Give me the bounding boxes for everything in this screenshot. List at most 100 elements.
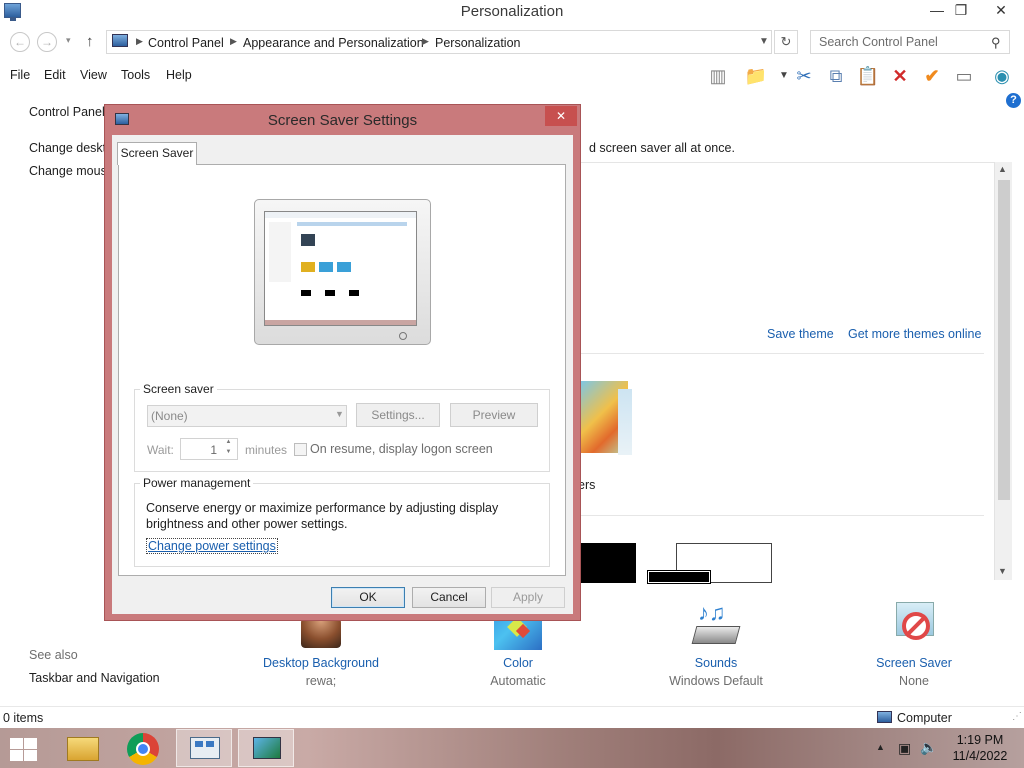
volume-icon[interactable]: 🔈 [920, 739, 937, 756]
menu-help[interactable]: Help [166, 68, 192, 82]
ok-button[interactable]: OK [331, 587, 405, 608]
menu-bar: File Edit View Tools Help ▥ 📁 ▼ ✂ ⧉ 📋 ✕ … [0, 60, 1024, 90]
scroll-down-icon[interactable]: ▼ [998, 566, 1007, 576]
screen-saver-dropdown[interactable]: (None) ▼ [147, 405, 347, 427]
recent-locations-chevron-icon[interactable]: ▾ [66, 35, 71, 46]
color-label[interactable]: Color [448, 656, 588, 670]
remote-desktop-icon[interactable] [176, 729, 232, 767]
menu-file[interactable]: File [10, 68, 30, 82]
clock-time[interactable]: 1:19 PM [940, 733, 1020, 747]
dialog-titlebar[interactable]: Screen Saver Settings ✕ [105, 105, 580, 135]
breadcrumb-chevron-icon[interactable]: ▶ [230, 36, 237, 47]
vertical-scrollbar[interactable]: ▲ ▼ [994, 162, 1012, 580]
breadcrumb-chevron-icon[interactable]: ▶ [422, 36, 429, 47]
globe-icon[interactable]: ◉ [990, 64, 1014, 88]
breadcrumb-chevron-icon[interactable]: ▶ [136, 36, 143, 47]
window-titlebar: Personalization — ❐ ✕ [0, 0, 1024, 25]
breadcrumb-personalization[interactable]: Personalization [435, 36, 520, 50]
screen-saver-icon [890, 600, 938, 650]
copy-icon[interactable]: ⧉ [824, 64, 848, 88]
resume-logon-checkbox[interactable] [294, 443, 307, 456]
breadcrumb-appearance[interactable]: Appearance and Personalization [243, 36, 424, 50]
screen-saver-group-label: Screen saver [140, 382, 217, 396]
spin-down-icon[interactable]: ▼ [221, 449, 236, 459]
search-input[interactable] [811, 31, 986, 53]
show-hidden-icons-icon[interactable]: ▲ [876, 742, 885, 752]
power-management-group: Power management Conserve energy or maxi… [134, 476, 550, 567]
high-contrast-theme[interactable] [647, 570, 711, 584]
settings-button[interactable]: Settings... [356, 403, 440, 427]
layout-pane-icon[interactable]: ▥ [706, 64, 730, 88]
taskbar: ▲ ▣ 🔈 1:19 PM 11/4/2022 [0, 728, 1024, 768]
change-power-settings-link[interactable]: Change power settings [146, 538, 278, 554]
preview-button[interactable]: Preview [450, 403, 538, 427]
breadcrumb-control-panel[interactable]: Control Panel [148, 36, 224, 50]
screen-saver-label[interactable]: Screen Saver [844, 656, 984, 670]
wait-label: Wait: [147, 443, 174, 457]
screen-saver-tab-page: Screen saver (None) ▼ Settings... Previe… [118, 164, 566, 576]
cut-icon[interactable]: ✂ [792, 64, 816, 88]
high-contrast-black-theme[interactable] [572, 543, 636, 583]
checkmark-icon[interactable]: ✔ [920, 64, 944, 88]
paste-icon[interactable]: 📋 [856, 64, 880, 88]
dialog-close-button[interactable]: ✕ [545, 106, 577, 126]
restore-button[interactable]: ❐ [946, 0, 976, 22]
sounds-label[interactable]: Sounds [646, 656, 786, 670]
folder-check-icon[interactable]: 📁 [744, 64, 768, 88]
search-box[interactable]: ⚲ [810, 30, 1010, 54]
windows-start-icon[interactable] [8, 736, 38, 762]
menu-view[interactable]: View [80, 68, 107, 82]
get-more-themes-link[interactable]: Get more themes online [848, 327, 981, 341]
wait-minutes-stepper[interactable]: 1 ▲ ▼ [180, 438, 238, 460]
apply-button[interactable]: Apply [491, 587, 565, 608]
cancel-button[interactable]: Cancel [412, 587, 486, 608]
control-panel-task-icon[interactable] [238, 729, 294, 767]
sidebar-change-desktop-icons[interactable]: Change deskto [29, 141, 113, 155]
up-button[interactable]: ↑ [86, 33, 94, 50]
screen-saver-settings-dialog: Screen Saver Settings ✕ Screen Saver Scr… [104, 104, 581, 621]
wait-minutes-value: 1 [210, 443, 217, 457]
screen-saver-item[interactable]: Screen Saver None [844, 600, 984, 688]
taskbar-navigation-link[interactable]: Taskbar and Navigation [29, 671, 160, 685]
chevron-down-icon[interactable]: ▼ [759, 36, 769, 47]
tab-screen-saver[interactable]: Screen Saver [117, 142, 197, 165]
color-value: Automatic [490, 674, 546, 688]
chrome-icon[interactable] [115, 729, 171, 767]
close-button[interactable]: ✕ [984, 0, 1018, 22]
power-management-group-label: Power management [140, 476, 254, 490]
menu-edit[interactable]: Edit [44, 68, 66, 82]
chevron-down-icon[interactable]: ▼ [335, 409, 344, 419]
properties-icon[interactable]: ▭ [952, 64, 976, 88]
divider [572, 515, 984, 516]
menu-tools[interactable]: Tools [121, 68, 150, 82]
sounds-item[interactable]: ♪♫ Sounds Windows Default [646, 600, 786, 688]
address-bar[interactable]: ▶ Control Panel ▶ Appearance and Persona… [106, 30, 772, 54]
delete-icon[interactable]: ✕ [888, 64, 912, 88]
network-icon[interactable]: ▣ [898, 740, 911, 757]
power-management-description: Conserve energy or maximize performance … [146, 501, 499, 531]
search-icon[interactable]: ⚲ [991, 35, 1001, 51]
desktop-background-label[interactable]: Desktop Background [251, 656, 391, 670]
theme-thumbnail-shadow [618, 389, 632, 455]
scroll-thumb[interactable] [998, 180, 1010, 500]
scroll-up-icon[interactable]: ▲ [998, 164, 1007, 174]
resize-grip-icon[interactable]: ⋰ [1012, 711, 1022, 722]
sidebar-control-panel-home[interactable]: Control Panel [29, 105, 105, 119]
file-explorer-icon[interactable] [55, 729, 111, 767]
dialog-body: Screen Saver Screen saver (None) ▼ Setti… [112, 135, 573, 614]
screen-saver-group: Screen saver (None) ▼ Settings... Previe… [134, 382, 550, 472]
resume-logon-label[interactable]: On resume, display logon screen [310, 442, 493, 456]
page-description: d screen saver all at once. [589, 141, 735, 155]
refresh-icon[interactable]: ↻ [774, 30, 798, 54]
screen-saver-dropdown-value: (None) [151, 409, 188, 423]
forward-button[interactable]: → [37, 32, 57, 52]
minutes-label: minutes [245, 443, 288, 457]
back-button[interactable]: ← [10, 32, 30, 52]
preview-screen [264, 211, 417, 326]
clock-date[interactable]: 11/4/2022 [940, 749, 1020, 763]
sidebar-change-mouse-pointers[interactable]: Change mous [29, 164, 107, 178]
help-icon[interactable]: ? [1006, 93, 1021, 108]
sounds-icon: ♪♫ [691, 600, 741, 650]
save-theme-link[interactable]: Save theme [767, 327, 834, 341]
spin-up-icon[interactable]: ▲ [221, 439, 236, 449]
